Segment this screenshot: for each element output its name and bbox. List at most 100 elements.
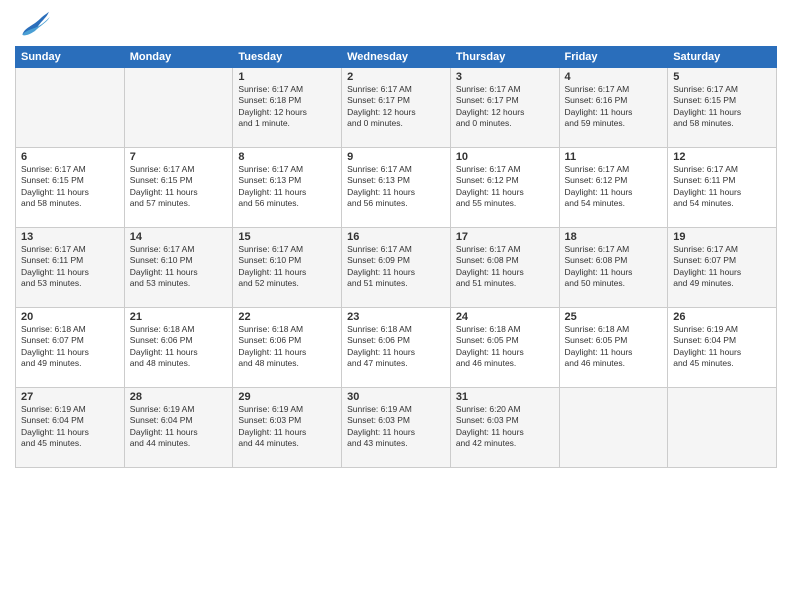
page: Sunday Monday Tuesday Wednesday Thursday… [0, 0, 792, 612]
day-number: 24 [456, 311, 554, 323]
table-row: 3Sunrise: 6:17 AM Sunset: 6:17 PM Daylig… [450, 68, 559, 148]
table-row: 23Sunrise: 6:18 AM Sunset: 6:06 PM Dayli… [342, 308, 451, 388]
col-saturday: Saturday [668, 47, 777, 68]
col-monday: Monday [124, 47, 233, 68]
table-row: 31Sunrise: 6:20 AM Sunset: 6:03 PM Dayli… [450, 388, 559, 468]
day-info: Sunrise: 6:17 AM Sunset: 6:09 PM Dayligh… [347, 244, 445, 290]
day-number: 30 [347, 391, 445, 403]
day-number: 12 [673, 151, 771, 163]
day-info: Sunrise: 6:18 AM Sunset: 6:07 PM Dayligh… [21, 324, 119, 370]
day-info: Sunrise: 6:17 AM Sunset: 6:13 PM Dayligh… [347, 164, 445, 210]
table-row: 24Sunrise: 6:18 AM Sunset: 6:05 PM Dayli… [450, 308, 559, 388]
table-row: 2Sunrise: 6:17 AM Sunset: 6:17 PM Daylig… [342, 68, 451, 148]
day-info: Sunrise: 6:19 AM Sunset: 6:04 PM Dayligh… [673, 324, 771, 370]
table-row [668, 388, 777, 468]
table-row: 27Sunrise: 6:19 AM Sunset: 6:04 PM Dayli… [16, 388, 125, 468]
calendar-header: Sunday Monday Tuesday Wednesday Thursday… [16, 47, 777, 68]
day-info: Sunrise: 6:20 AM Sunset: 6:03 PM Dayligh… [456, 404, 554, 450]
day-number: 15 [238, 231, 336, 243]
day-info: Sunrise: 6:17 AM Sunset: 6:13 PM Dayligh… [238, 164, 336, 210]
day-info: Sunrise: 6:17 AM Sunset: 6:15 PM Dayligh… [673, 84, 771, 130]
table-row: 30Sunrise: 6:19 AM Sunset: 6:03 PM Dayli… [342, 388, 451, 468]
day-info: Sunrise: 6:18 AM Sunset: 6:05 PM Dayligh… [565, 324, 663, 370]
day-number: 1 [238, 71, 336, 83]
day-number: 11 [565, 151, 663, 163]
table-row: 14Sunrise: 6:17 AM Sunset: 6:10 PM Dayli… [124, 228, 233, 308]
day-number: 18 [565, 231, 663, 243]
header-row: Sunday Monday Tuesday Wednesday Thursday… [16, 47, 777, 68]
day-number: 23 [347, 311, 445, 323]
day-number: 13 [21, 231, 119, 243]
day-number: 16 [347, 231, 445, 243]
day-info: Sunrise: 6:17 AM Sunset: 6:12 PM Dayligh… [456, 164, 554, 210]
day-number: 27 [21, 391, 119, 403]
col-sunday: Sunday [16, 47, 125, 68]
col-friday: Friday [559, 47, 668, 68]
day-number: 8 [238, 151, 336, 163]
day-number: 26 [673, 311, 771, 323]
table-row: 7Sunrise: 6:17 AM Sunset: 6:15 PM Daylig… [124, 148, 233, 228]
table-row: 13Sunrise: 6:17 AM Sunset: 6:11 PM Dayli… [16, 228, 125, 308]
day-info: Sunrise: 6:17 AM Sunset: 6:08 PM Dayligh… [456, 244, 554, 290]
day-number: 19 [673, 231, 771, 243]
day-info: Sunrise: 6:17 AM Sunset: 6:08 PM Dayligh… [565, 244, 663, 290]
table-row: 16Sunrise: 6:17 AM Sunset: 6:09 PM Dayli… [342, 228, 451, 308]
day-number: 28 [130, 391, 228, 403]
day-info: Sunrise: 6:18 AM Sunset: 6:06 PM Dayligh… [347, 324, 445, 370]
day-info: Sunrise: 6:17 AM Sunset: 6:10 PM Dayligh… [130, 244, 228, 290]
day-info: Sunrise: 6:17 AM Sunset: 6:10 PM Dayligh… [238, 244, 336, 290]
day-info: Sunrise: 6:17 AM Sunset: 6:17 PM Dayligh… [347, 84, 445, 130]
col-thursday: Thursday [450, 47, 559, 68]
calendar-week-row: 1Sunrise: 6:17 AM Sunset: 6:18 PM Daylig… [16, 68, 777, 148]
table-row: 4Sunrise: 6:17 AM Sunset: 6:16 PM Daylig… [559, 68, 668, 148]
day-info: Sunrise: 6:17 AM Sunset: 6:15 PM Dayligh… [130, 164, 228, 210]
header [15, 10, 777, 40]
day-info: Sunrise: 6:18 AM Sunset: 6:06 PM Dayligh… [238, 324, 336, 370]
calendar-table: Sunday Monday Tuesday Wednesday Thursday… [15, 46, 777, 468]
calendar-week-row: 6Sunrise: 6:17 AM Sunset: 6:15 PM Daylig… [16, 148, 777, 228]
table-row: 19Sunrise: 6:17 AM Sunset: 6:07 PM Dayli… [668, 228, 777, 308]
day-info: Sunrise: 6:19 AM Sunset: 6:03 PM Dayligh… [238, 404, 336, 450]
table-row: 17Sunrise: 6:17 AM Sunset: 6:08 PM Dayli… [450, 228, 559, 308]
day-info: Sunrise: 6:18 AM Sunset: 6:05 PM Dayligh… [456, 324, 554, 370]
day-number: 2 [347, 71, 445, 83]
day-info: Sunrise: 6:19 AM Sunset: 6:03 PM Dayligh… [347, 404, 445, 450]
col-tuesday: Tuesday [233, 47, 342, 68]
table-row: 18Sunrise: 6:17 AM Sunset: 6:08 PM Dayli… [559, 228, 668, 308]
table-row: 21Sunrise: 6:18 AM Sunset: 6:06 PM Dayli… [124, 308, 233, 388]
table-row: 26Sunrise: 6:19 AM Sunset: 6:04 PM Dayli… [668, 308, 777, 388]
day-info: Sunrise: 6:17 AM Sunset: 6:07 PM Dayligh… [673, 244, 771, 290]
day-number: 5 [673, 71, 771, 83]
day-info: Sunrise: 6:17 AM Sunset: 6:15 PM Dayligh… [21, 164, 119, 210]
day-number: 3 [456, 71, 554, 83]
day-info: Sunrise: 6:17 AM Sunset: 6:18 PM Dayligh… [238, 84, 336, 130]
table-row: 25Sunrise: 6:18 AM Sunset: 6:05 PM Dayli… [559, 308, 668, 388]
table-row: 1Sunrise: 6:17 AM Sunset: 6:18 PM Daylig… [233, 68, 342, 148]
day-info: Sunrise: 6:17 AM Sunset: 6:12 PM Dayligh… [565, 164, 663, 210]
day-info: Sunrise: 6:17 AM Sunset: 6:11 PM Dayligh… [21, 244, 119, 290]
table-row: 6Sunrise: 6:17 AM Sunset: 6:15 PM Daylig… [16, 148, 125, 228]
table-row: 29Sunrise: 6:19 AM Sunset: 6:03 PM Dayli… [233, 388, 342, 468]
day-number: 10 [456, 151, 554, 163]
day-number: 21 [130, 311, 228, 323]
day-number: 25 [565, 311, 663, 323]
day-info: Sunrise: 6:18 AM Sunset: 6:06 PM Dayligh… [130, 324, 228, 370]
day-number: 17 [456, 231, 554, 243]
calendar-week-row: 20Sunrise: 6:18 AM Sunset: 6:07 PM Dayli… [16, 308, 777, 388]
day-number: 9 [347, 151, 445, 163]
day-info: Sunrise: 6:17 AM Sunset: 6:11 PM Dayligh… [673, 164, 771, 210]
day-number: 7 [130, 151, 228, 163]
logo [15, 10, 53, 40]
table-row: 10Sunrise: 6:17 AM Sunset: 6:12 PM Dayli… [450, 148, 559, 228]
day-number: 4 [565, 71, 663, 83]
day-info: Sunrise: 6:17 AM Sunset: 6:17 PM Dayligh… [456, 84, 554, 130]
table-row: 12Sunrise: 6:17 AM Sunset: 6:11 PM Dayli… [668, 148, 777, 228]
day-number: 29 [238, 391, 336, 403]
calendar-week-row: 13Sunrise: 6:17 AM Sunset: 6:11 PM Dayli… [16, 228, 777, 308]
day-number: 31 [456, 391, 554, 403]
table-row: 8Sunrise: 6:17 AM Sunset: 6:13 PM Daylig… [233, 148, 342, 228]
table-row: 9Sunrise: 6:17 AM Sunset: 6:13 PM Daylig… [342, 148, 451, 228]
day-info: Sunrise: 6:19 AM Sunset: 6:04 PM Dayligh… [21, 404, 119, 450]
col-wednesday: Wednesday [342, 47, 451, 68]
day-info: Sunrise: 6:19 AM Sunset: 6:04 PM Dayligh… [130, 404, 228, 450]
